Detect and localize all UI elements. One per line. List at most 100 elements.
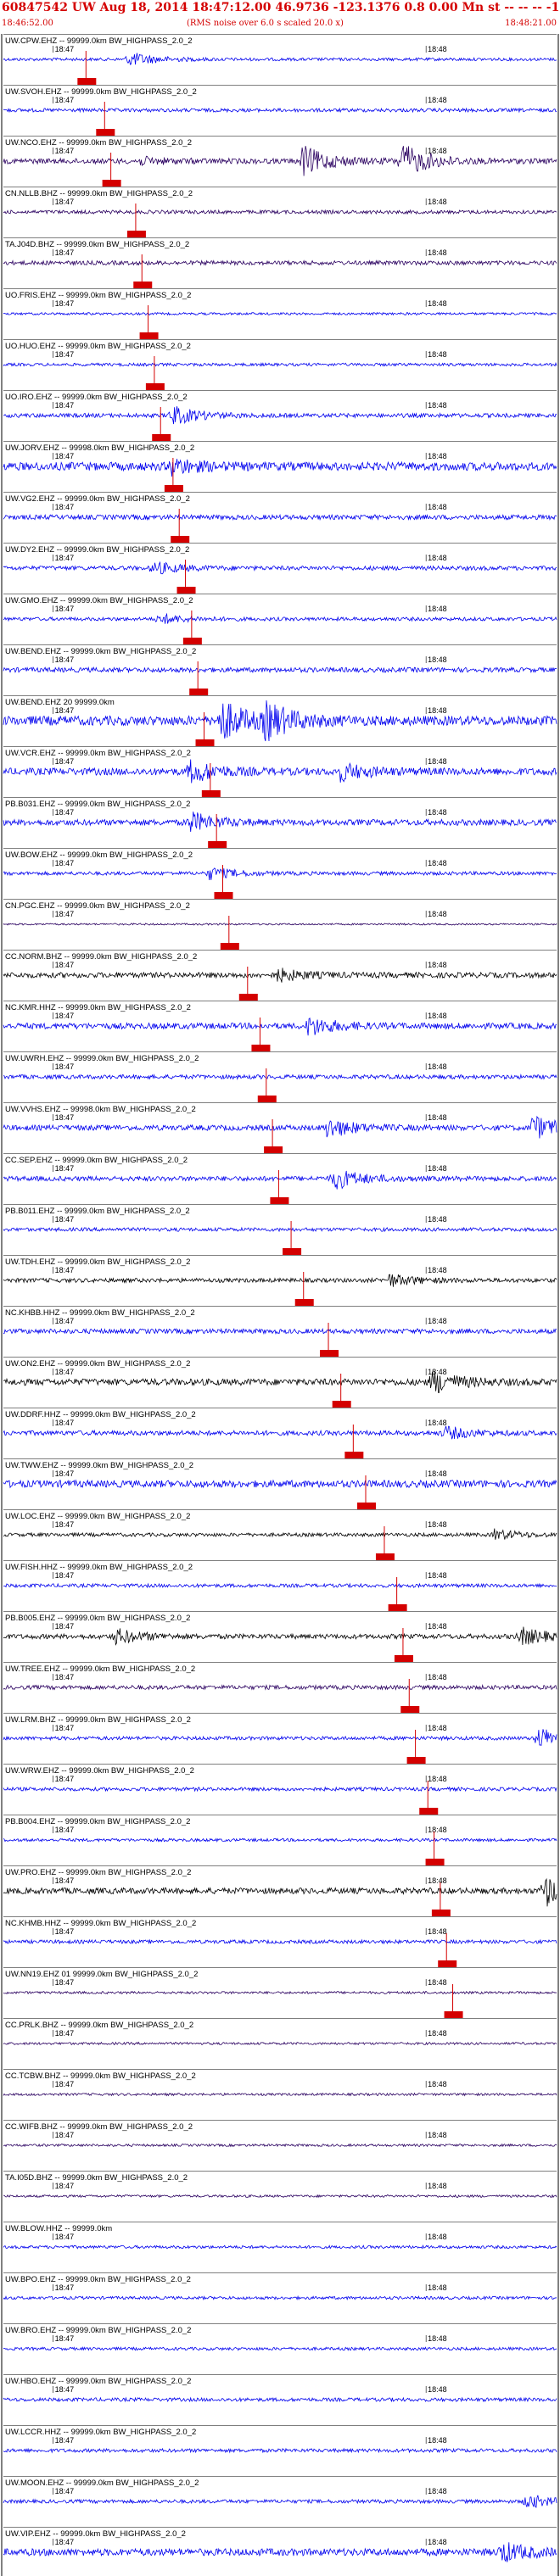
pick-marker	[171, 536, 190, 543]
time-tick-label: 18:48	[428, 2080, 447, 2088]
trace-station-label: UW.DY2.EHZ -- 99999.0km BW_HIGHPASS_2.0_…	[5, 545, 189, 555]
time-tick-label: 18:47	[55, 96, 75, 104]
trace-station-label: UW.VIP.EHZ -- 99999.0km BW_HIGHPASS_2.0_…	[5, 2529, 186, 2539]
trace-station-label: NC.KMR.HHZ -- 99999.0km BW_HIGHPASS_2.0_…	[5, 1003, 191, 1012]
pick-marker	[406, 1757, 426, 1764]
trace-station-label: UW.NN19.EHZ 01 99999.0km BW_HIGHPASS_2.0…	[5, 1970, 198, 1979]
waveform-trace	[3, 759, 557, 783]
waveform-trace	[3, 406, 557, 425]
time-tick-label: 18:47	[55, 910, 75, 918]
trace-station-label: PB.B031.EHZ -- 99999.0km BW_HIGHPASS_2.0…	[5, 800, 190, 809]
trace-station-label: UW.LRM.BHZ -- 99999.0km BW_HIGHPASS_2.0_…	[5, 1715, 191, 1725]
time-tick-label: 18:48	[428, 808, 447, 817]
pick-marker	[332, 1401, 351, 1408]
pick-marker	[270, 1197, 289, 1204]
time-tick-label: 18:47	[55, 503, 75, 511]
waveform-trace	[3, 146, 557, 176]
waveform-trace	[3, 1729, 557, 1747]
time-tick-label: 18:47	[55, 757, 75, 766]
pick-marker	[182, 638, 202, 644]
time-tick-label: 18:48	[428, 1978, 447, 1987]
waveform-trace	[3, 2542, 557, 2562]
waveform-trace	[3, 666, 557, 674]
time-tick-label: 18:47	[55, 2436, 75, 2445]
trace-station-label: NC.KHMB.HHZ -- 99999.0km BW_HIGHPASS_2.0…	[5, 1919, 196, 1928]
waveform-trace	[3, 2244, 557, 2250]
time-tick-label: 18:48	[428, 1368, 447, 1376]
time-tick-label: 18:47	[55, 2385, 75, 2394]
time-tick-label: 18:47	[55, 1571, 75, 1580]
trace-station-label: UW.BOW.EHZ -- 99999.0km BW_HIGHPASS_2.0_…	[5, 850, 193, 860]
time-tick-label: 18:47	[55, 1673, 75, 1681]
time-tick-label: 18:47	[55, 299, 75, 308]
time-tick-label: 18:48	[428, 1927, 447, 1936]
time-tick-label: 18:48	[428, 961, 447, 969]
time-tick-label: 18:47	[55, 248, 75, 257]
waveform-trace	[3, 1226, 557, 1233]
trace-station-label: CC.SEP.EHZ -- 99999.0km BW_HIGHPASS_2.0_…	[5, 1156, 188, 1165]
trace-station-label: UW.SVOH.EHZ -- 99999.0km BW_HIGHPASS_2.0…	[5, 87, 197, 97]
trace-station-label: PB.B004.EHZ -- 99999.0km BW_HIGHPASS_2.0…	[5, 1817, 190, 1826]
pick-marker	[214, 892, 233, 899]
trace-station-label: UW.HBO.EHZ -- 99999.0km BW_HIGHPASS_2.0_…	[5, 2377, 191, 2386]
time-tick-label: 18:48	[428, 350, 447, 359]
time-tick-label: 18:48	[428, 1775, 447, 1783]
time-tick-label: 18:47	[55, 1419, 75, 1427]
waveform-trace	[3, 923, 557, 926]
trace-station-label: UW.UWRH.EHZ -- 99999.0km BW_HIGHPASS_2.0…	[5, 1054, 199, 1063]
pick-marker	[176, 587, 196, 594]
time-tick-label: 18:48	[428, 1317, 447, 1325]
seismogram-record-section: UW.CPW.EHZ -- 99999.0km BW_HIGHPASS_2.0_…	[1, 34, 559, 2576]
trace-station-label: UW.FISH.HHZ -- 99999.0km BW_HIGHPASS_2.0…	[5, 1563, 193, 1572]
waveform-trace	[3, 1425, 557, 1440]
trace-station-label: UW.DDRF.HHZ -- 99999.0km BW_HIGHPASS_2.0…	[5, 1410, 196, 1419]
waveform-trace	[3, 811, 557, 833]
pick-marker	[164, 485, 183, 492]
time-tick-label: 18:47	[55, 1012, 75, 1020]
trace-station-label: CN.NLLB.BHZ -- 99999.0km BW_HIGHPASS_2.0…	[5, 189, 193, 198]
time-tick-label: 18:48	[428, 401, 447, 410]
waveform-trace	[3, 1327, 557, 1335]
time-tick-label: 18:48	[428, 1113, 447, 1122]
time-tick-label: 18:47	[55, 1876, 75, 1885]
time-tick-label: 18:47	[55, 401, 75, 410]
trace-station-label: CC.WIFB.BHZ -- 99999.0km BW_HIGHPASS_2.0…	[5, 2122, 193, 2132]
waveform-trace	[3, 259, 557, 266]
time-tick-label: 18:48	[428, 1673, 447, 1681]
time-tick-label: 18:47	[55, 2131, 75, 2139]
time-tick-label: 18:48	[428, 1724, 447, 1732]
waveform-trace	[3, 1274, 557, 1287]
pick-marker	[388, 1604, 407, 1611]
time-tick-label: 18:48	[428, 503, 447, 511]
trace-station-label: UO.HUO.EHZ -- 99999.0km BW_HIGHPASS_2.0_…	[5, 342, 191, 351]
waveform-trace	[3, 2092, 557, 2097]
trace-station-label: UW.BPO.EHZ -- 99999.0km BW_HIGHPASS_2.0_…	[5, 2275, 191, 2284]
pick-marker	[139, 332, 159, 339]
time-tick-label: 18:48	[428, 2436, 447, 2445]
time-tick-label: 18:48	[428, 910, 447, 918]
waveform-trace	[3, 1018, 557, 1036]
time-tick-label: 18:48	[428, 248, 447, 257]
waveform-trace	[3, 2194, 557, 2199]
time-tick-label: 18:47	[55, 1622, 75, 1631]
pick-marker	[444, 2011, 463, 2018]
waveform-trace	[3, 209, 557, 215]
pick-marker	[195, 739, 215, 746]
time-tick-label: 18:47	[55, 1266, 75, 1274]
time-tick-label: 18:48	[428, 1266, 447, 1274]
pick-marker	[152, 434, 171, 441]
time-tick-label: 18:48	[428, 554, 447, 562]
time-tick-label: 18:47	[55, 2029, 75, 2038]
time-tick-label: 18:47	[55, 655, 75, 664]
time-tick-label: 18:48	[428, 96, 447, 104]
pick-marker	[201, 790, 221, 797]
waveform-trace	[3, 2396, 557, 2403]
pick-marker	[251, 1045, 271, 1051]
waveform-trace	[3, 560, 557, 575]
trace-station-label: UW.WRW.EHZ -- 99999.0km BW_HIGHPASS_2.0_…	[5, 1766, 194, 1776]
time-tick-label: 18:48	[428, 1469, 447, 1478]
waveform-trace	[3, 1115, 557, 1139]
time-tick-label: 18:47	[55, 1164, 75, 1173]
time-tick-label: 18:48	[428, 655, 447, 664]
time-tick-label: 18:47	[55, 1113, 75, 1122]
